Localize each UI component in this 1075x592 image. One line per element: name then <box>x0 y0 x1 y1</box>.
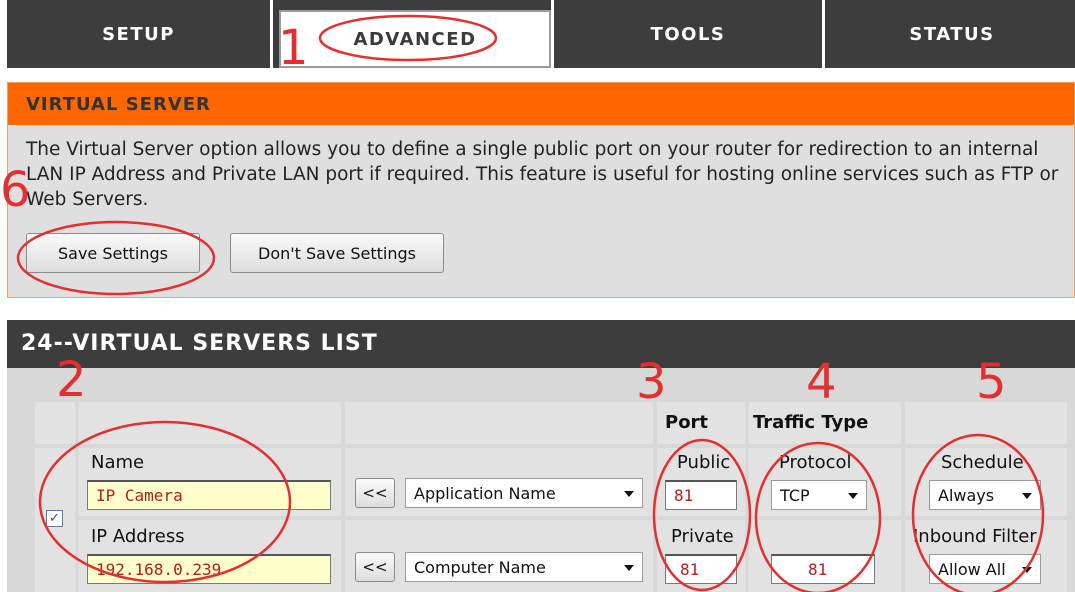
header-cell <box>345 402 653 444</box>
ip-cell: IP Address 192.168.0.239 <box>79 520 341 592</box>
inbound-filter-cell: Inbound Filter Allow All <box>905 520 1067 592</box>
chevron-down-icon <box>1022 567 1032 573</box>
schedule-label: Schedule <box>941 452 1024 473</box>
header-cell-port: Port <box>657 402 745 444</box>
top-nav-bar: SETUP ADVANCED TOOLS STATUS <box>7 0 1075 68</box>
protocol-number-cell: 81 <box>749 520 901 592</box>
name-input[interactable]: IP Camera <box>87 480 331 510</box>
ip-address-label: IP Address <box>91 526 185 547</box>
computer-name-value: Computer Name <box>414 557 546 577</box>
tab-tools[interactable]: TOOLS <box>554 0 822 68</box>
annotation-number-5: 5 <box>976 354 1007 410</box>
public-port-cell: Public 81 <box>657 448 745 516</box>
copy-computer-button[interactable]: << <box>355 552 395 582</box>
virtual-server-description: The Virtual Server option allows you to … <box>26 139 1059 210</box>
name-cell: Name IP Camera <box>79 448 341 516</box>
schedule-select[interactable]: Always <box>929 480 1041 510</box>
chevron-down-icon <box>624 565 634 571</box>
virtual-server-header: VIRTUAL SERVER <box>8 83 1074 125</box>
name-label: Name <box>91 452 145 473</box>
public-port-label: Public <box>677 452 731 473</box>
tab-divider <box>270 0 273 68</box>
tab-advanced[interactable]: ADVANCED <box>279 10 551 68</box>
protocol-value: TCP <box>780 485 810 505</box>
annotation-number-4: 4 <box>806 354 837 410</box>
header-cell <box>35 402 75 444</box>
traffic-type-header: Traffic Type <box>753 412 869 433</box>
row-enable-checkbox[interactable]: ✓ <box>46 510 63 527</box>
application-name-value: Application Name <box>414 483 556 503</box>
header-cell <box>79 402 341 444</box>
dont-save-settings-button[interactable]: Don't Save Settings <box>230 233 444 273</box>
tab-divider <box>822 0 825 68</box>
annotation-number-3: 3 <box>636 354 667 410</box>
private-port-input[interactable]: 81 <box>665 554 737 584</box>
servers-list-table: Port Traffic Type ✓ Name IP Camera IP Ad… <box>7 368 1075 592</box>
public-port-input[interactable]: 81 <box>665 480 737 510</box>
annotation-number-6: 6 <box>0 162 31 218</box>
chevron-down-icon <box>848 493 858 499</box>
tab-setup[interactable]: SETUP <box>7 0 270 68</box>
application-name-select[interactable]: Application Name <box>405 478 643 508</box>
virtual-server-title: VIRTUAL SERVER <box>26 94 211 115</box>
chevron-down-icon <box>1022 493 1032 499</box>
copy-application-button[interactable]: << <box>355 478 395 508</box>
row-select-cell: ✓ <box>35 448 75 592</box>
virtual-server-panel: VIRTUAL SERVER The Virtual Server option… <box>7 82 1075 298</box>
ip-address-input[interactable]: 192.168.0.239 <box>87 554 331 584</box>
schedule-cell: Schedule Always <box>905 448 1067 516</box>
annotation-number-2: 2 <box>56 352 87 408</box>
protocol-cell: Protocol TCP <box>749 448 901 516</box>
save-settings-button[interactable]: Save Settings <box>26 233 200 273</box>
computer-name-select[interactable]: Computer Name <box>405 552 643 582</box>
port-header: Port <box>665 412 709 433</box>
servers-list-header: 24--VIRTUAL SERVERS LIST <box>7 320 1075 368</box>
annotation-number-1: 1 <box>278 20 309 76</box>
protocol-select[interactable]: TCP <box>771 480 867 510</box>
private-port-cell: Private 81 <box>657 520 745 592</box>
tab-status[interactable]: STATUS <box>829 0 1075 68</box>
computer-cell: << Computer Name <box>345 520 653 592</box>
application-cell: << Application Name <box>345 448 653 516</box>
inbound-filter-value: Allow All <box>938 559 1006 579</box>
protocol-number-input[interactable]: 81 <box>771 554 875 584</box>
inbound-filter-label: Inbound Filter <box>913 526 1037 547</box>
private-port-label: Private <box>671 526 734 547</box>
protocol-label: Protocol <box>779 452 852 473</box>
schedule-value: Always <box>938 485 995 505</box>
chevron-down-icon <box>624 491 634 497</box>
inbound-filter-select[interactable]: Allow All <box>929 554 1041 584</box>
